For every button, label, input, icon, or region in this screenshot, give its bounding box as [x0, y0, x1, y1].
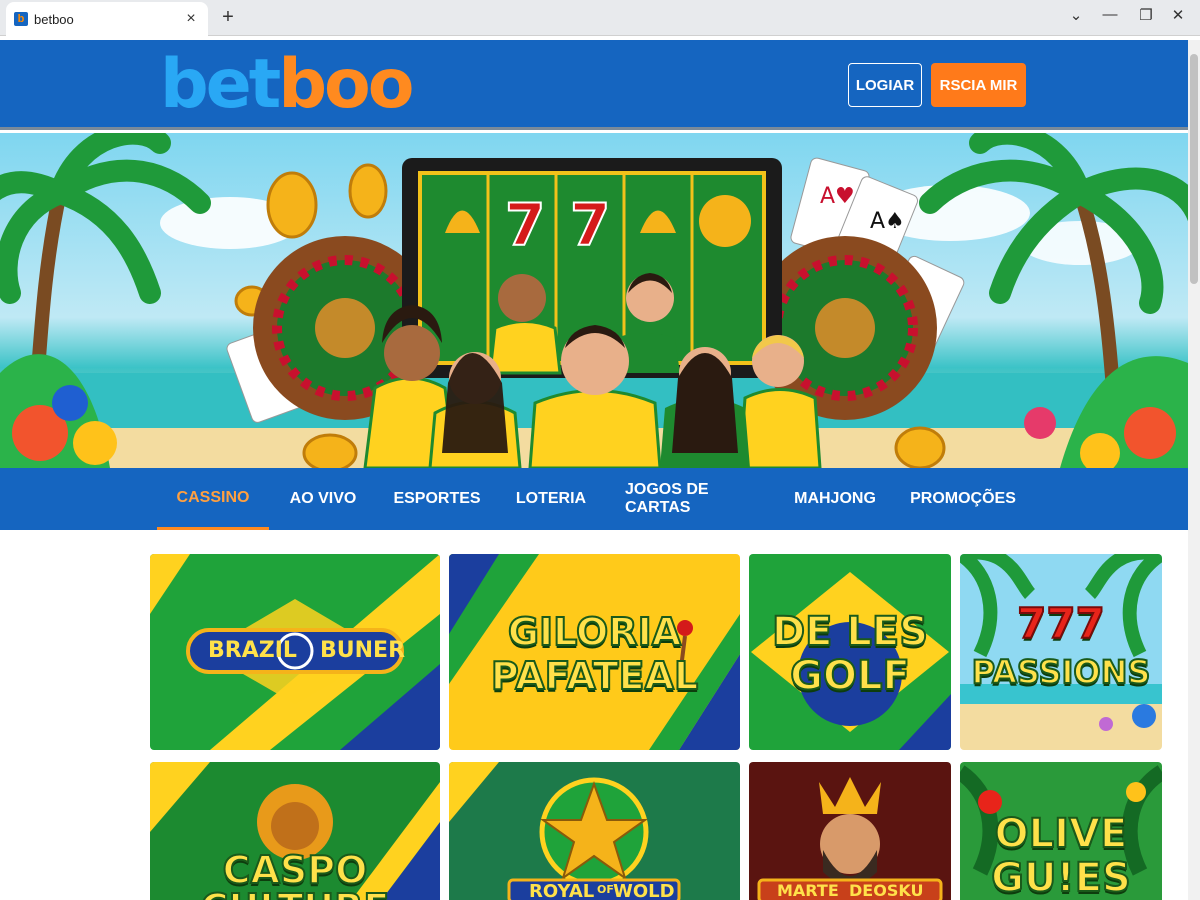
game-title-line2: DEOSKU — [849, 881, 924, 900]
betboo-favicon-icon: b — [14, 12, 28, 26]
game-card-brazil-buner[interactable]: BRAZIL BUNER — [150, 554, 440, 750]
game-title-line1: DE LES — [771, 609, 929, 655]
category-nav: CASSINO AO VIVO ESPORTES LOTERIA JOGOS D… — [0, 468, 1188, 530]
nav-item-promocoes[interactable]: PROMOÇÕES — [910, 468, 1016, 530]
game-card-777-passions[interactable]: 777 PASSIONS — [960, 554, 1162, 750]
window-close-icon[interactable]: ✕ — [1166, 6, 1190, 24]
game-title-line2: CULTURE — [150, 887, 440, 900]
game-title-line2: WOLD — [613, 881, 675, 900]
game-card-de-les-golf[interactable]: DE LES GOLF — [749, 554, 951, 750]
game-title-line1: MARTE — [777, 881, 839, 900]
game-title-line1: BRAZIL — [208, 638, 297, 663]
game-card-olive-gues[interactable]: OLIVE GU!ES — [960, 762, 1162, 900]
page-scrollbar[interactable] — [1188, 40, 1200, 900]
svg-text:A♥: A♥ — [820, 184, 855, 209]
hero-illustration: A♥ A♠ 7 7 — [0, 133, 1188, 468]
game-title-line1: CASPO — [222, 848, 369, 892]
game-title-line2: GU!ES — [990, 855, 1132, 900]
game-card-giloria-pafateal[interactable]: GILORIA PAFATEAL — [449, 554, 740, 750]
game-title-line1: 777 — [1016, 599, 1106, 648]
game-card-caspo-culture[interactable]: CASPO CULTURE — [150, 762, 440, 900]
game-title-line1: GILORIA — [507, 610, 682, 654]
game-title-line1: ROYAL — [529, 881, 595, 900]
browser-chrome: b betboo × + ⌄ — ❐ ✕ — [0, 0, 1200, 36]
game-card-royal-of-wold[interactable]: ROYAL OF WOLD — [449, 762, 740, 900]
tab-search-chevron-icon[interactable]: ⌄ — [1064, 6, 1088, 24]
scrollbar-thumb[interactable] — [1190, 54, 1198, 284]
nav-item-ao-vivo[interactable]: AO VIVO — [283, 468, 363, 530]
tab-title: betboo — [34, 11, 74, 27]
restore-icon[interactable]: ❐ — [1134, 6, 1158, 24]
game-title-line2: PASSIONS — [971, 652, 1152, 692]
logo-bet: bet — [160, 45, 281, 124]
minimize-icon[interactable]: — — [1098, 6, 1122, 23]
svg-text:7: 7 — [505, 191, 545, 259]
jungle-background — [449, 762, 740, 900]
login-button[interactable]: LOGIAR — [848, 63, 922, 107]
game-title-line2: BUNER — [320, 638, 406, 663]
nav-item-mahjong[interactable]: MAHJONG — [792, 468, 878, 530]
svg-text:A♠: A♠ — [870, 209, 905, 234]
game-title-line2: GOLF — [789, 653, 911, 699]
site-header: betboo LOGIAR RSCIA MIR — [0, 40, 1188, 130]
royal-red-background — [749, 762, 951, 900]
nav-item-esportes[interactable]: ESPORTES — [393, 468, 480, 530]
new-tab-icon[interactable]: + — [218, 6, 238, 29]
logo-boo: boo — [278, 45, 414, 124]
game-card-marte-deosku[interactable]: MARTE DEOSKU — [749, 762, 951, 900]
nav-item-cassino[interactable]: CASSINO — [157, 468, 269, 530]
hero-banner[interactable]: A♥ A♠ 7 7 — [0, 133, 1188, 468]
register-button[interactable]: RSCIA MIR — [931, 63, 1026, 107]
game-title-small: OF — [597, 883, 614, 896]
browser-tab[interactable]: b betboo × — [6, 2, 208, 36]
tab-close-icon[interactable]: × — [182, 10, 200, 28]
betboo-logo[interactable]: betboo — [160, 50, 414, 120]
game-title-line1: OLIVE — [994, 811, 1129, 857]
nav-item-jogos-de-cartas[interactable]: JOGOS DE CARTAS — [625, 468, 757, 530]
nav-item-loteria[interactable]: LOTERIA — [515, 468, 587, 530]
game-title-line2: PAFATEAL — [490, 654, 699, 698]
svg-text:7: 7 — [570, 191, 610, 259]
